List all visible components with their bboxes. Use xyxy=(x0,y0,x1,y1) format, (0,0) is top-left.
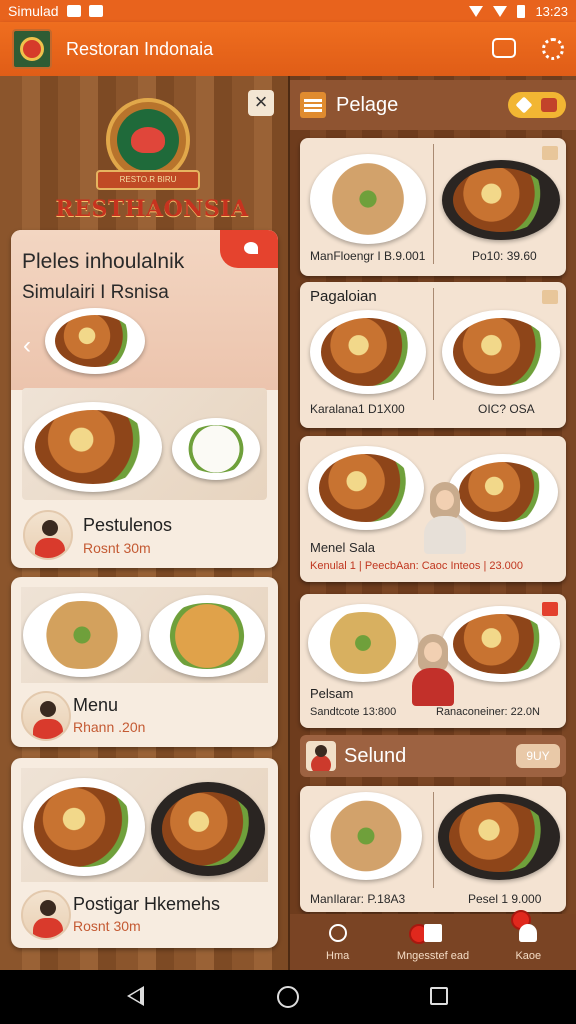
settings-icon[interactable] xyxy=(542,38,564,60)
dish-image xyxy=(310,154,426,244)
nav-item-home[interactable]: Hma xyxy=(290,914,385,970)
promo-item-name: Pestulenos xyxy=(83,515,173,535)
signal-icon xyxy=(493,5,508,17)
cast-icon[interactable] xyxy=(492,38,516,58)
dish-card[interactable]: Menel Sala Kenulal 1 | PeecbAan: Caoc In… xyxy=(300,436,566,582)
dish-image xyxy=(45,308,145,374)
system-nav-bar xyxy=(0,970,576,1024)
dish-image xyxy=(310,310,426,394)
bookmark-icon[interactable] xyxy=(542,146,558,160)
heart-icon xyxy=(515,96,532,114)
app-bar: Restoran Indonaia xyxy=(0,22,576,76)
right-header: Pelage xyxy=(290,80,576,130)
carrier-label: Simulad xyxy=(8,3,59,19)
battery-icon xyxy=(517,4,526,18)
dish-label: Karalana1 D1X00 xyxy=(310,402,405,416)
dish-card[interactable]: ManIlarar: P.18A3 Pesel 1 9.000 xyxy=(300,786,566,912)
avatar xyxy=(306,741,336,771)
nav-item-menu[interactable]: Mngesstef ead xyxy=(385,914,480,970)
nav-label: Hma xyxy=(326,950,350,962)
search-icon xyxy=(328,924,347,942)
dish-image xyxy=(438,794,560,880)
bookmark-icon[interactable] xyxy=(542,290,558,304)
menu-icon xyxy=(423,924,442,942)
menu-card[interactable]: Postigar Hkemehs Rosnt 30m xyxy=(11,758,278,948)
brand-title: RESTHAONSIA xyxy=(55,196,249,222)
app-logo xyxy=(12,29,52,69)
app-title: Restoran Indonaia xyxy=(66,38,214,59)
promo-item-meta: Rosnt 30m xyxy=(83,540,151,556)
card-title: Postigar Hkemehs xyxy=(73,894,221,914)
avatar xyxy=(21,691,71,741)
notification-icon xyxy=(66,5,81,17)
section-header: Selund 9UY xyxy=(300,735,566,777)
chef-photo xyxy=(420,482,470,554)
recents-icon[interactable] xyxy=(430,987,448,1005)
card-title: Menu xyxy=(73,695,119,715)
avatar xyxy=(21,890,71,940)
emblem-ribbon: RESTO.R BIRU xyxy=(96,170,200,190)
clock: 13:23 xyxy=(535,3,568,19)
dish-price: Ranaconeiner: 22.0N xyxy=(436,706,540,718)
promo-subtitle: Simulairi I Rsnisa xyxy=(22,282,169,303)
dish-image xyxy=(308,446,424,530)
home-icon[interactable] xyxy=(277,986,299,1008)
dish-image xyxy=(442,606,560,682)
menu-icon[interactable] xyxy=(300,92,326,118)
dish-price: Po10: 39.60 xyxy=(472,249,537,263)
dish-label: Menel Sala xyxy=(310,540,376,555)
back-icon[interactable] xyxy=(127,986,144,1006)
nav-label: Kaoe xyxy=(515,950,542,962)
avatar xyxy=(23,510,73,560)
dish-price: OIC? OSA xyxy=(478,402,535,416)
section-chip[interactable]: 9UY xyxy=(516,744,560,768)
dish-photo xyxy=(21,587,268,683)
dish-image xyxy=(442,160,560,240)
right-title: Pelage xyxy=(336,93,399,116)
dish-photo xyxy=(21,768,268,882)
dish-meta: Kenulal 1 | PeecbAan: Caoc Inteos | 23.0… xyxy=(310,560,524,572)
user-icon xyxy=(519,924,538,942)
dish-card-title: Pagaloian xyxy=(310,288,377,305)
favorite-icon[interactable] xyxy=(220,230,278,268)
dish-label: Sandtcote 13:800 xyxy=(310,706,397,718)
dish-card[interactable]: Pagaloian Karalana1 D1X00 OIC? OSA xyxy=(300,282,566,428)
favorite-icon[interactable] xyxy=(542,602,558,616)
wifi-icon xyxy=(469,5,484,17)
cart-icon xyxy=(540,98,557,112)
close-button[interactable]: × xyxy=(248,90,274,116)
dish-price: Pesel 1 9.000 xyxy=(468,892,542,906)
link-icon xyxy=(88,5,103,17)
dish-card-title: Pelsam xyxy=(310,686,354,701)
promo-card[interactable]: Pleles inhoulalnik Simulairi I Rsnisa ‹ … xyxy=(11,230,278,568)
chevron-left-icon[interactable]: ‹ xyxy=(23,332,31,360)
dish-label: ManFloengr I B.9.001 xyxy=(310,249,426,263)
dish-image xyxy=(308,604,418,682)
dish-card[interactable]: Pelsam Sandtcote 13:800 Ranaconeiner: 22… xyxy=(300,594,566,728)
dish-photo xyxy=(22,388,267,500)
dish-image xyxy=(310,792,422,880)
nav-label: Mngesstef ead xyxy=(396,950,470,962)
card-meta: Rosnt 30m xyxy=(73,918,141,934)
section-title: Selund xyxy=(344,744,407,767)
dish-label: ManIlarar: P.18A3 xyxy=(310,892,406,906)
status-bar: Simulad 13:23 xyxy=(0,0,576,22)
nav-item-profile[interactable]: Kaoe xyxy=(481,910,576,970)
dish-card[interactable]: ManFloengr I B.9.001 Po10: 39.60 xyxy=(300,138,566,276)
promo-title: Pleles inhoulalnik xyxy=(22,250,185,273)
menu-card[interactable]: Menu Rhann .20n xyxy=(11,577,278,747)
card-meta: Rhann .20n xyxy=(73,719,146,735)
favorites-cart-toggle[interactable] xyxy=(508,92,566,118)
bottom-nav: Hma Mngesstef ead Kaoe xyxy=(290,910,576,970)
dish-image xyxy=(442,310,560,394)
chef-photo xyxy=(408,634,458,706)
